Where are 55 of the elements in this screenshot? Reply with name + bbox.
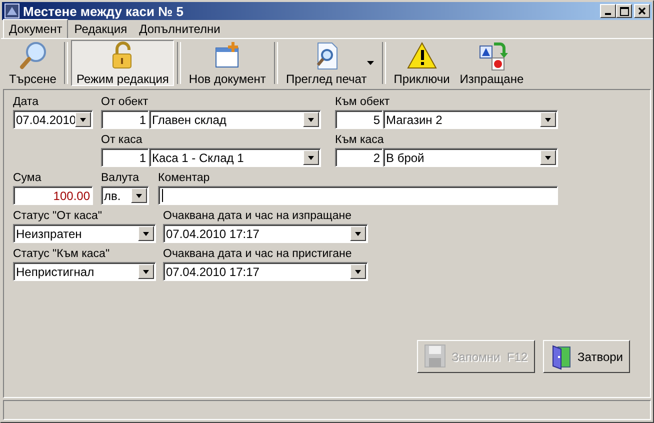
code-field[interactable]: 5 (335, 110, 383, 129)
app-icon (4, 3, 20, 19)
minimize-button[interactable] (600, 4, 616, 18)
dropdown-arrow-button[interactable] (138, 226, 154, 241)
comment-field[interactable] (158, 186, 558, 205)
dropdown-arrow-button[interactable] (350, 226, 366, 241)
field-label: Статус "От каса" (13, 209, 103, 224)
floppy-icon (424, 344, 448, 370)
field-label: Сума (13, 171, 42, 186)
combo-box[interactable]: 07.04.2010 17:17 (163, 262, 368, 281)
combo-box[interactable]: 07.04.2010 17:17 (163, 224, 368, 243)
combo-box[interactable]: Неизпратен (13, 224, 156, 243)
dropdown-arrow-button[interactable] (540, 150, 556, 165)
field-label: Статус "Към каса" (13, 247, 111, 262)
dropdown-arrow-button[interactable] (75, 112, 91, 127)
dropdown-arrow-button[interactable] (138, 264, 154, 279)
dropdown-arrow-button[interactable] (131, 188, 147, 203)
toolbar-button[interactable]: Режим редакция (71, 40, 174, 86)
toolbar-button[interactable]: Изпращане (454, 40, 529, 86)
code-field[interactable]: 1 (101, 110, 149, 129)
dropdown-arrow-button[interactable] (303, 150, 319, 165)
field-label: Към обект (335, 95, 391, 110)
menu-item[interactable]: Документ (3, 19, 68, 39)
combo-box[interactable]: Главен склад (149, 110, 321, 129)
field-label: От каса (101, 133, 144, 148)
field-label: Очаквана дата и час на изпращане (163, 209, 352, 224)
close-button[interactable] (634, 4, 650, 18)
menu-item[interactable]: Редакция (68, 19, 134, 39)
field-label: Очаквана дата и час на пристигане (163, 247, 353, 262)
close-icon (638, 7, 646, 15)
field-label: Валута (101, 171, 140, 186)
code-field[interactable]: 1 (101, 148, 149, 167)
field-label: От обект (101, 95, 150, 110)
toolbar-button[interactable]: Нов документ (184, 40, 271, 86)
close-form-button[interactable]: Затвори (542, 340, 630, 373)
maximize-button[interactable] (616, 4, 632, 18)
toolbar-button[interactable]: Преглед печат (280, 40, 379, 86)
dropdown-arrow-button[interactable] (303, 112, 319, 127)
code-field[interactable]: 2 (335, 148, 383, 167)
dropdown-arrow-button[interactable] (350, 264, 366, 279)
toolbar-button[interactable]: Търсене (4, 40, 62, 86)
menu-item[interactable]: Допълнителни (133, 19, 226, 39)
field-label: Към каса (335, 133, 385, 148)
combo-box[interactable]: Каса 1 - Склад 1 (149, 148, 321, 167)
amount-field[interactable]: 100.00 (13, 186, 93, 205)
toolbar-button[interactable]: Приключи (388, 40, 455, 86)
field-label: Дата (13, 95, 40, 110)
dropdown-arrow-button[interactable] (540, 112, 556, 127)
combo-box[interactable]: лв. (101, 186, 149, 205)
combo-box[interactable]: Непристигнал (13, 262, 156, 281)
maximize-icon (620, 6, 628, 16)
combo-box[interactable]: Магазин 2 (383, 110, 558, 129)
combo-box[interactable]: В брой (383, 148, 558, 167)
field-label: Коментар (158, 171, 211, 186)
window-title: Местене между каси № 5 (23, 4, 184, 18)
